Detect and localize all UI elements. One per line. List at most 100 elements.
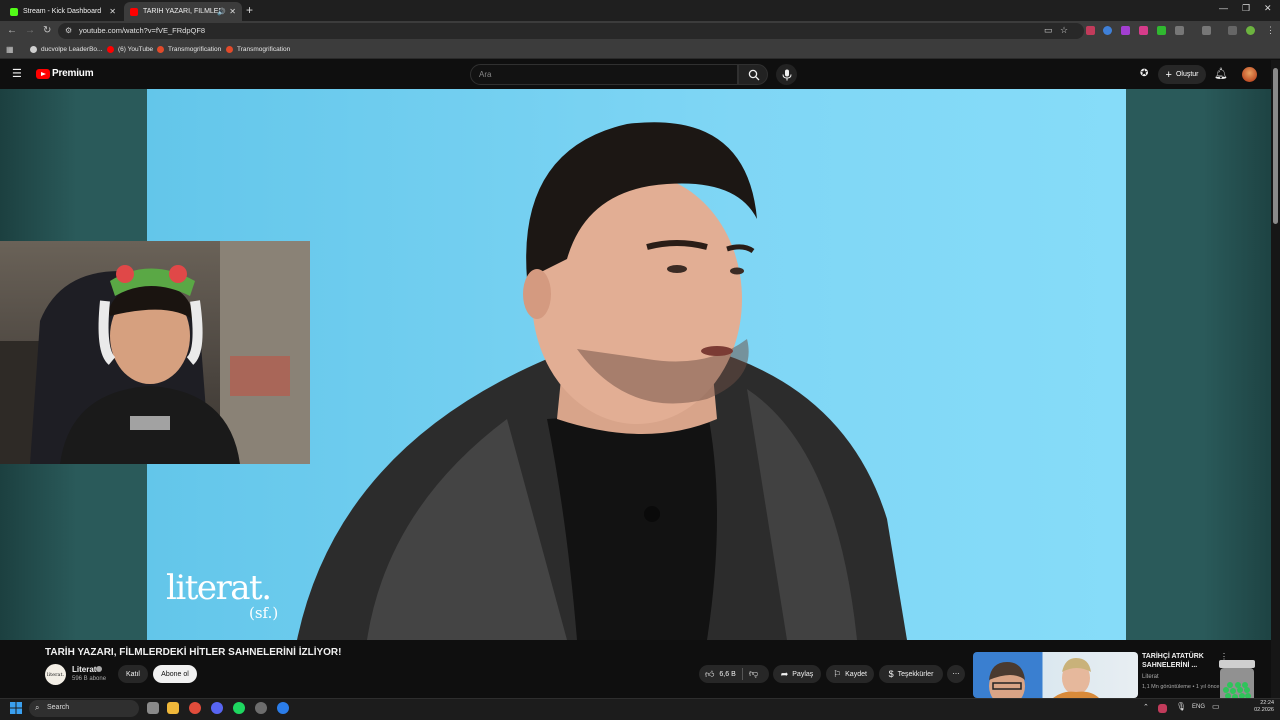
bookmark-item[interactable]: Transmogrification (157, 46, 221, 53)
app-icon[interactable] (277, 702, 289, 714)
bookmark-label: ducvolpe LeaderBo... (41, 46, 103, 53)
gift-icon[interactable]: ✪ (1140, 68, 1148, 79)
search-button[interactable] (738, 64, 768, 85)
recommended-video-thumbnail[interactable] (973, 652, 1138, 698)
youtube-favicon-icon (130, 7, 138, 16)
menu-kebab-icon[interactable]: ⋮ (1266, 25, 1275, 36)
share-button[interactable]: ➦ Paylaş (773, 665, 821, 683)
extension-icon[interactable] (1086, 26, 1095, 35)
dislike-button-icon[interactable]: 👎︎ (749, 668, 758, 679)
extension-icon[interactable] (1121, 26, 1130, 35)
like-divider (742, 668, 743, 680)
video-title: TARİH YAZARI, FİLMLERDEKİ HİTLER SAHNELE… (45, 647, 342, 658)
restore-icon[interactable]: ❐ (1242, 3, 1250, 14)
bookmark-item[interactable]: (6) YouTube (107, 46, 153, 53)
tray-app-icon[interactable] (1158, 704, 1167, 713)
tab-kick-dashboard[interactable]: Stream - Kick Dashboard ✕ (4, 2, 122, 21)
bookmark-label: (6) YouTube (118, 46, 154, 53)
chrome-icon[interactable] (189, 702, 201, 714)
youtube-brand[interactable]: Premium (52, 68, 94, 79)
save-button[interactable]: ⚐ Kaydet (826, 665, 874, 683)
search-icon: ⌕ (35, 703, 40, 712)
join-button[interactable]: Katıl (118, 665, 148, 683)
channel-name[interactable]: Literat (72, 665, 96, 674)
super-thanks-icon: $ (888, 669, 894, 679)
language-indicator[interactable]: ENG (1192, 704, 1205, 710)
youtube-logo-icon[interactable] (36, 69, 50, 79)
search-icon (748, 69, 760, 81)
bookmark-icon (226, 46, 233, 53)
video-watermark: literat. (166, 568, 272, 608)
sidepanel-icon[interactable] (1202, 26, 1211, 35)
app-icon[interactable] (255, 702, 267, 714)
channel-avatar[interactable]: literat. (45, 664, 66, 685)
account-avatar[interactable] (1242, 67, 1257, 82)
address-bar[interactable] (58, 23, 1084, 39)
bookmark-item[interactable]: ducvolpe LeaderBo... (30, 46, 102, 53)
task-view-icon[interactable] (147, 702, 159, 714)
file-explorer-icon[interactable] (167, 702, 179, 714)
url-text[interactable]: youtube.com/watch?v=fVE_FRdpQF8 (79, 26, 205, 35)
forward-icon[interactable]: → (25, 25, 35, 36)
tray-mic-icon[interactable]: 🎙︎ (1176, 702, 1186, 711)
site-info-icon[interactable]: ⚙ (65, 26, 72, 35)
new-tab-button[interactable]: + (246, 3, 253, 17)
network-icon[interactable]: ▭ (1212, 702, 1220, 711)
tab-close-icon[interactable]: ✕ (109, 7, 116, 16)
streamer-webcam-overlay (0, 241, 310, 464)
share-arrow-icon: ➦ (780, 668, 789, 679)
clock-time: 22:24 (1260, 700, 1274, 706)
share-label: Paylaş (792, 670, 814, 678)
downloads-icon[interactable] (1228, 26, 1237, 35)
webcam-person (0, 241, 310, 464)
create-button[interactable]: + Oluştur (1158, 65, 1206, 84)
more-actions-button[interactable]: ⋯ (947, 665, 965, 683)
thanks-button[interactable]: $ Teşekkürler (879, 665, 943, 683)
kick-favicon-icon (10, 7, 18, 16)
microphone-icon (782, 69, 791, 80)
puzzle-extensions-icon[interactable] (1175, 26, 1184, 35)
tab-youtube-video[interactable]: TARİH YAZARI, FİLMLERDE 🔊 ✕ (124, 2, 242, 21)
bookmark-star-icon[interactable]: ☆ (1060, 25, 1068, 36)
clock[interactable]: 22:24 02.2026 (1244, 700, 1274, 714)
scrollbar-thumb[interactable] (1273, 68, 1278, 224)
tray-chevron-icon[interactable]: ⌃ (1143, 703, 1149, 711)
like-button[interactable]: 👍︎ 6,6 B (699, 665, 769, 683)
tab-close-icon[interactable]: ✕ (229, 7, 236, 16)
verified-badge-icon (96, 666, 102, 672)
recommended-meta: 1,1 Mn görüntüleme • 1 yıl önce (1142, 684, 1220, 690)
search-input[interactable]: Ara (470, 64, 738, 85)
like-count: 6,6 B (719, 670, 736, 678)
bookmark-icon (157, 46, 164, 53)
hamburger-menu-icon[interactable]: ☰ (12, 67, 22, 80)
voice-search-button[interactable] (776, 64, 797, 85)
extension-icon[interactable] (1157, 26, 1166, 35)
notifications-bell-icon[interactable]: 🔔︎ (1214, 67, 1228, 80)
reload-icon[interactable]: ↻ (43, 25, 51, 36)
recommended-video-title[interactable]: TARİHÇİ ATATÜRK SAHNELERİNİ ... (1142, 652, 1212, 670)
minimize-icon[interactable]: — (1219, 3, 1228, 13)
extension-icon[interactable] (1103, 26, 1112, 35)
bookmark-icon (30, 46, 37, 53)
youtube-bookmark-icon (107, 46, 114, 53)
subscribe-button[interactable]: Abone ol (153, 665, 197, 683)
apps-grid-icon[interactable]: ▦ (6, 45, 14, 54)
windows-start-icon[interactable] (10, 702, 22, 714)
clock-date: 02.2026 (1254, 707, 1274, 713)
tab-title: Stream - Kick Dashboard (23, 8, 102, 15)
taskbar-search-box[interactable]: Search (29, 700, 139, 717)
window-close-icon[interactable]: ✕ (1264, 3, 1272, 14)
bookmark-label: Transmogrification (168, 46, 222, 53)
thumbs-up-icon: 👍︎ (705, 668, 715, 679)
subscriber-count: 596 B abone (72, 676, 107, 682)
extension-icon[interactable] (1139, 26, 1148, 35)
plus-icon: + (1165, 68, 1172, 81)
profile-icon[interactable] (1246, 26, 1255, 35)
recommended-channel[interactable]: Literat (1142, 674, 1159, 680)
back-icon[interactable]: ← (7, 25, 17, 36)
discord-icon[interactable] (211, 702, 223, 714)
spotify-icon[interactable] (233, 702, 245, 714)
bookmark-item[interactable]: Transmogrification (226, 46, 290, 53)
cast-icon[interactable]: ▭ (1044, 25, 1053, 36)
thumbnail-faces (989, 658, 1099, 698)
